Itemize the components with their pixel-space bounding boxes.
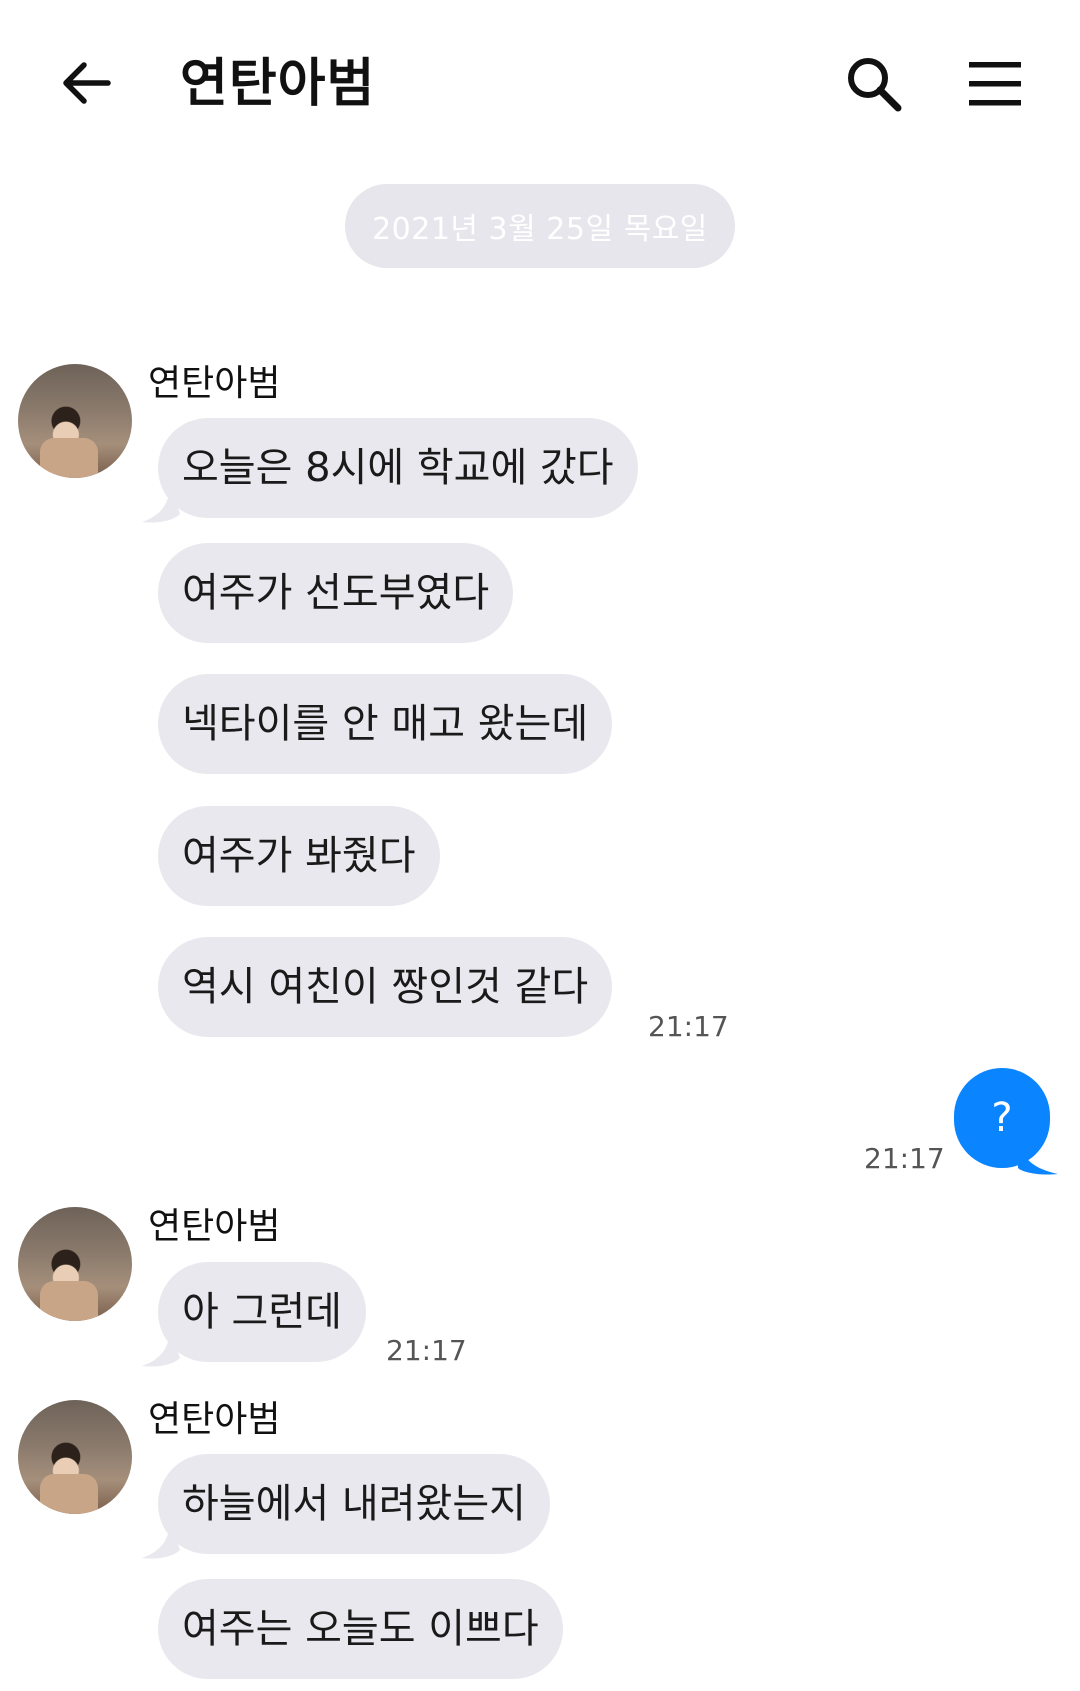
message-bubble[interactable]: 오늘은 8시에 학교에 갔다 [158, 418, 638, 518]
chat-header: 연탄아범 [0, 0, 1080, 170]
sender-name: 연탄아범 [148, 363, 281, 404]
message-bubble[interactable]: 아 그런데 [158, 1262, 366, 1362]
message-bubble-outgoing[interactable]: ? [954, 1068, 1050, 1168]
message-timestamp: 21:17 [386, 1334, 467, 1367]
hamburger-menu-icon [969, 62, 1021, 106]
sender-name: 연탄아범 [148, 1206, 281, 1247]
sender-name: 연탄아범 [148, 1399, 281, 1440]
message-timestamp: 21:17 [648, 1010, 729, 1043]
back-button[interactable] [55, 52, 117, 114]
avatar[interactable] [18, 1400, 132, 1514]
search-button[interactable] [842, 52, 906, 116]
avatar[interactable] [18, 1207, 132, 1321]
arrow-left-icon [63, 62, 111, 104]
search-icon [848, 58, 902, 112]
message-bubble[interactable]: 하늘에서 내려왔는지 [158, 1454, 550, 1554]
chat-title: 연탄아범 [180, 54, 376, 114]
date-separator: 2021년 3월 25일 목요일 [345, 184, 735, 268]
message-bubble[interactable]: 여주가 봐줬다 [158, 806, 440, 906]
menu-button[interactable] [965, 56, 1025, 112]
message-bubble[interactable]: 역시 여친이 짱인것 같다 [158, 937, 613, 1037]
message-timestamp: 21:17 [864, 1142, 945, 1175]
avatar[interactable] [18, 364, 132, 478]
message-bubble[interactable]: 여주가 선도부였다 [158, 543, 514, 643]
message-bubble[interactable]: 넥타이를 안 매고 왔는데 [158, 674, 613, 774]
message-bubble[interactable]: 여주는 오늘도 이쁘다 [158, 1579, 563, 1679]
